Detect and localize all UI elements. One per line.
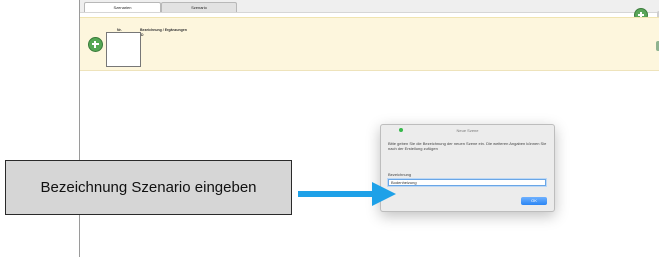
callout-text: Bezeichnung Szenario eingeben xyxy=(40,179,257,196)
dialog-title: Neue Szene xyxy=(456,128,479,133)
dialog-message: Bitte geben Sie die Bezeichnung der neue… xyxy=(388,141,547,151)
app-window: Szenarien Szenario Nr. Bezeichnung / Erg… xyxy=(79,0,659,257)
instruction-callout: Bezeichnung Szenario eingeben xyxy=(5,160,292,215)
ok-button[interactable]: OK xyxy=(521,197,547,205)
tab-szenario[interactable]: Szenario xyxy=(161,2,237,12)
tab-bar: Szenarien Szenario xyxy=(80,0,659,13)
add-row-icon[interactable] xyxy=(88,37,103,52)
tab-szenarien[interactable]: Szenarien xyxy=(84,2,161,12)
bezeichnung-input[interactable] xyxy=(388,179,546,186)
pointer-arrow-icon xyxy=(298,182,396,206)
bezeichnung-label: Bezeichnung xyxy=(388,172,412,177)
scenario-header-row: Nr. Bezeichnung / Ergänzungen ID xyxy=(80,17,659,71)
column-header-bezeichnung: Bezeichnung / Ergänzungen xyxy=(140,28,187,32)
new-scene-dialog: Neue Szene Bitte geben Sie die Bezeichnu… xyxy=(380,124,555,212)
scenario-thumbnail[interactable] xyxy=(106,32,141,67)
